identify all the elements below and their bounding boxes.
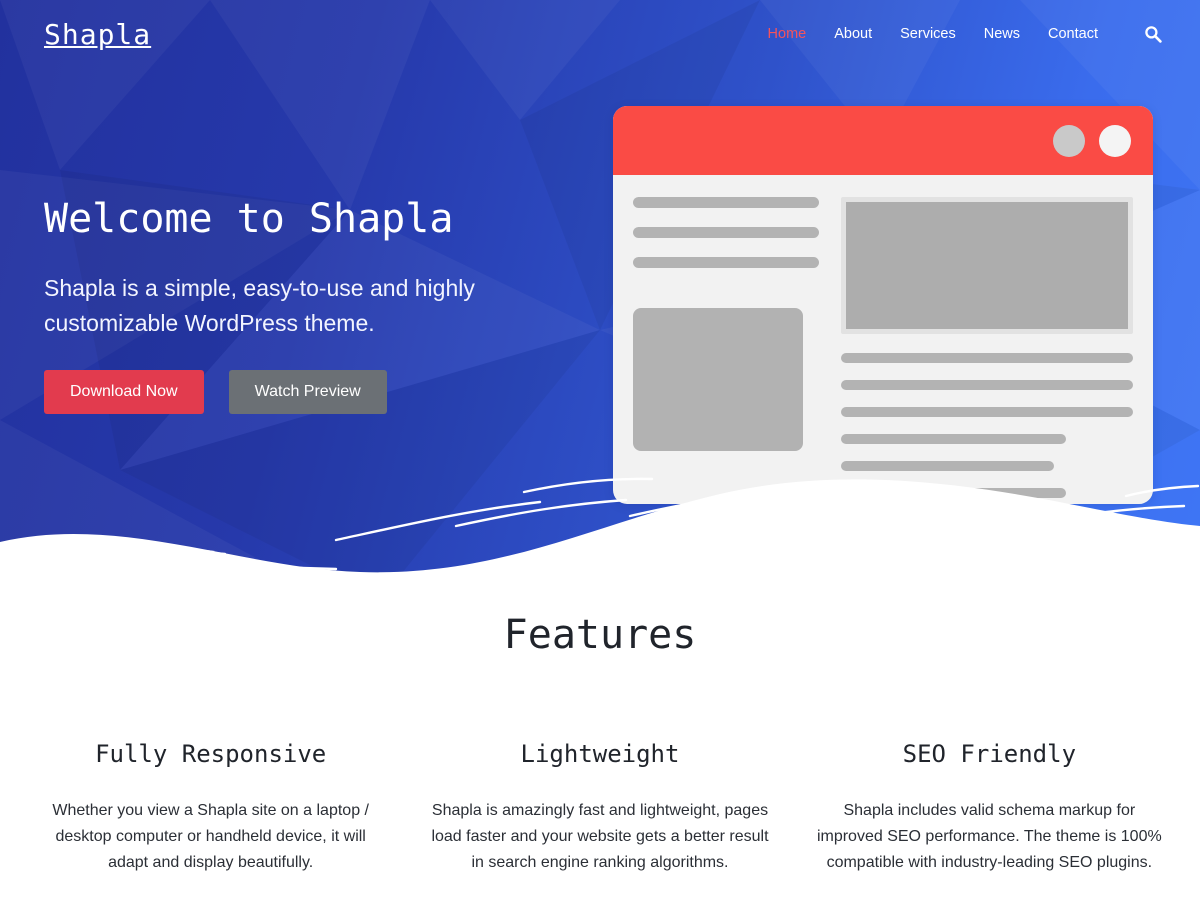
- features-section: Features Fully Responsive Whether you vi…: [0, 600, 1200, 876]
- mockup-placeholder-bar: [633, 257, 819, 268]
- browser-mockup-illustration: [613, 106, 1153, 504]
- mockup-placeholder-line: [841, 380, 1133, 390]
- feature-card-seo-friendly: SEO Friendly Shapla includes valid schem…: [795, 740, 1184, 876]
- hero-copy: Welcome to Shapla Shapla is a simple, ea…: [44, 196, 564, 415]
- watch-preview-button[interactable]: Watch Preview: [228, 370, 387, 415]
- wave-divider: [0, 477, 1200, 600]
- nav-links: Home About Services News Contact: [768, 23, 1164, 45]
- hero-subtitle: Shapla is a simple, easy-to-use and high…: [44, 275, 475, 337]
- mockup-placeholder-block: [633, 308, 803, 451]
- nav-item-home[interactable]: Home: [768, 26, 807, 42]
- mockup-window-dot-gray: [1053, 124, 1085, 157]
- download-now-button[interactable]: Download Now: [44, 370, 204, 415]
- feature-title: Lightweight: [520, 740, 680, 768]
- main-navigation: Shapla Home About Services News Contact: [0, 0, 1200, 68]
- site-logo[interactable]: Shapla: [44, 18, 151, 51]
- hero-title: Welcome to Shapla: [44, 196, 454, 242]
- search-icon[interactable]: [1142, 23, 1164, 45]
- feature-description: Shapla includes valid schema markup for …: [816, 802, 1162, 872]
- mockup-title-bar: [613, 106, 1153, 175]
- hero-actions: Download Now Watch Preview: [44, 370, 564, 415]
- feature-title: SEO Friendly: [902, 740, 1077, 768]
- nav-item-services[interactable]: Services: [900, 26, 956, 42]
- search-icon-glyph: [1145, 26, 1162, 43]
- features-grid: Fully Responsive Whether you view a Shap…: [0, 740, 1200, 876]
- feature-title: Fully Responsive: [95, 740, 327, 768]
- mockup-window-dot-white: [1099, 124, 1131, 157]
- mockup-placeholder-line: [841, 407, 1133, 417]
- mockup-placeholder-bar: [633, 197, 819, 208]
- feature-card-lightweight: Lightweight Shapla is amazingly fast and…: [405, 740, 794, 876]
- hero-section: Shapla Home About Services News Contact …: [0, 0, 1200, 600]
- feature-description: Whether you view a Shapla site on a lapt…: [52, 802, 369, 872]
- feature-card-fully-responsive: Fully Responsive Whether you view a Shap…: [16, 740, 405, 876]
- mockup-placeholder-image: [841, 197, 1133, 334]
- features-title: Features: [503, 612, 697, 658]
- mockup-placeholder-line: [841, 434, 1066, 444]
- mockup-placeholder-line: [841, 353, 1133, 363]
- nav-item-contact[interactable]: Contact: [1048, 26, 1098, 42]
- nav-item-about[interactable]: About: [834, 26, 872, 42]
- mockup-placeholder-bar: [633, 227, 819, 238]
- feature-description: Shapla is amazingly fast and lightweight…: [431, 802, 769, 872]
- nav-item-news[interactable]: News: [984, 26, 1020, 42]
